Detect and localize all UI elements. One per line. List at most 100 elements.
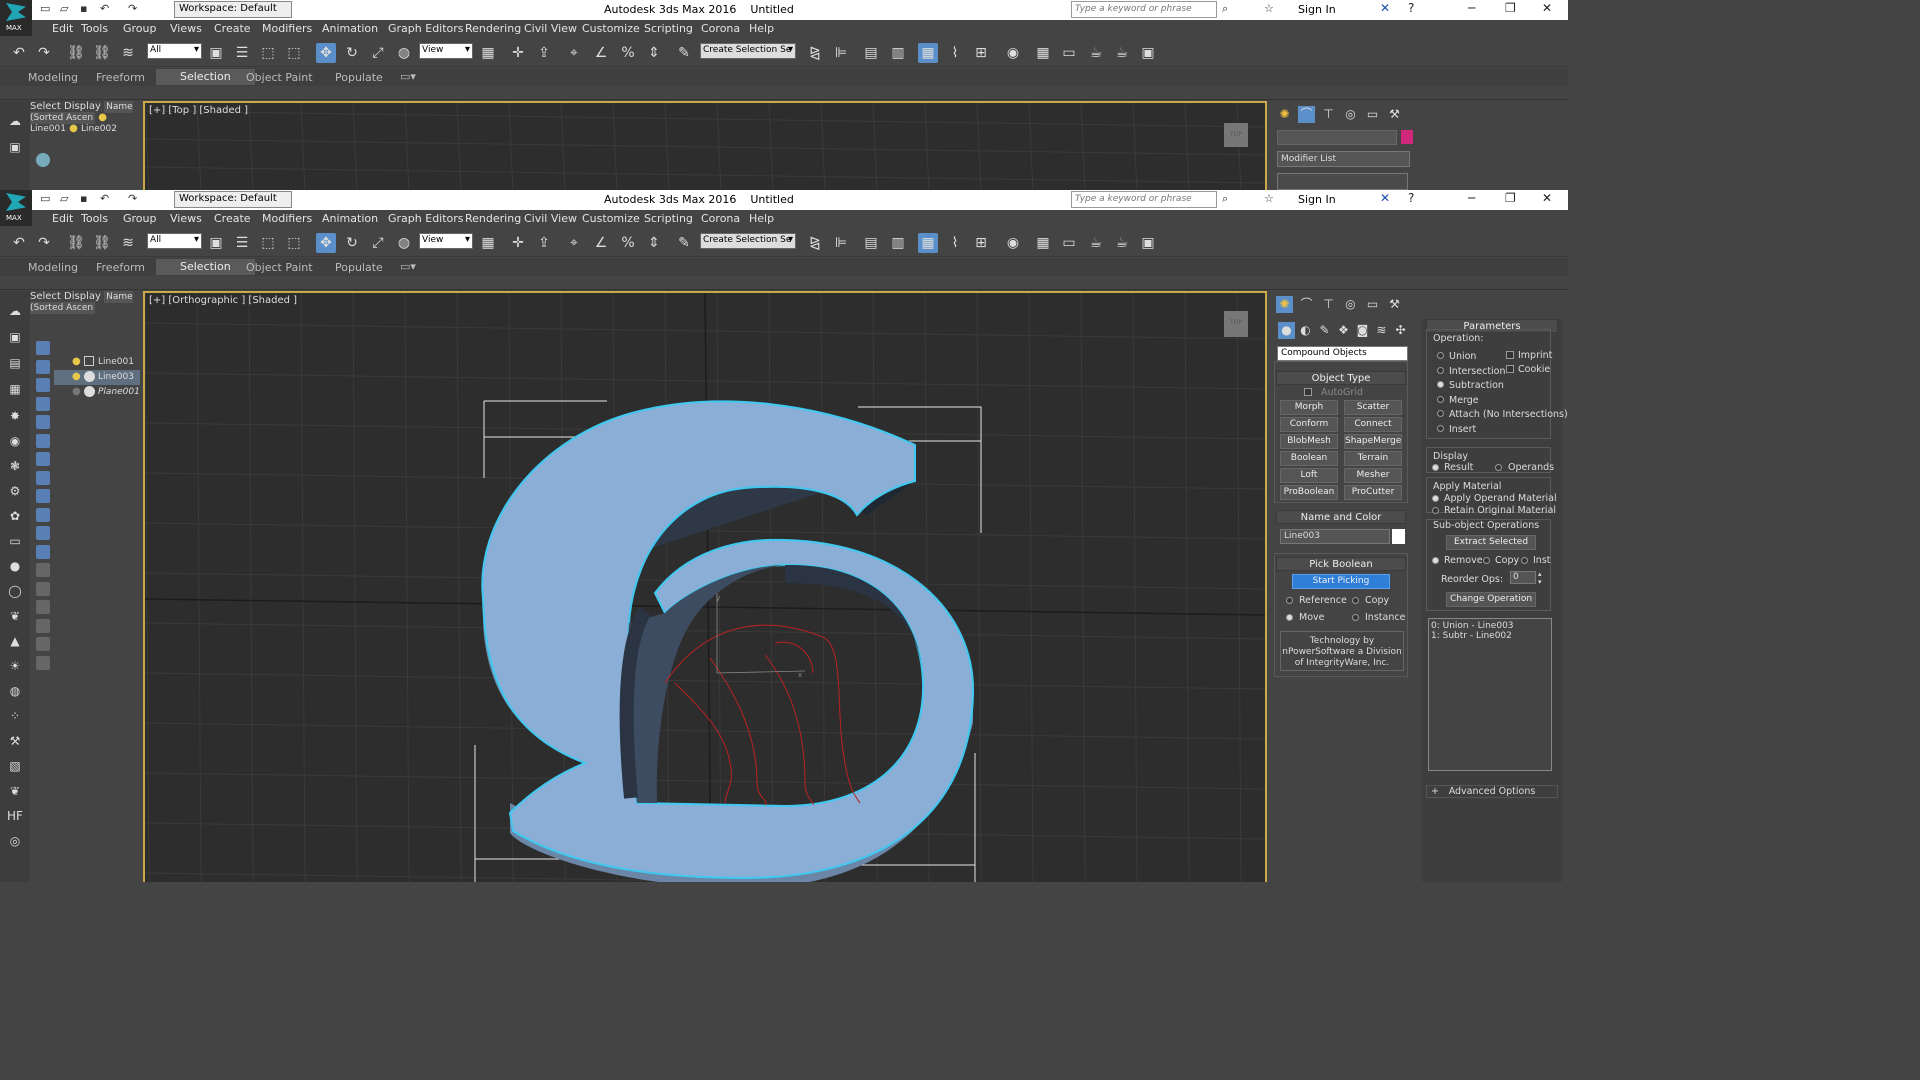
star-icon[interactable]: ☆ — [1264, 2, 1274, 15]
search-input[interactable]: Type a keyword or phrase — [1071, 1, 1217, 18]
retain-original-material-radio[interactable] — [1432, 507, 1439, 514]
terrain-button[interactable]: Terrain — [1344, 451, 1402, 466]
spinner-snap-icon[interactable]: ⇕ — [644, 233, 664, 253]
rollout-header[interactable]: Object Type — [1276, 371, 1406, 385]
conform-button[interactable]: Conform — [1280, 417, 1338, 432]
workspace-dropdown[interactable]: Workspace: Default — [174, 1, 292, 18]
undo-icon[interactable]: ↶ — [9, 233, 29, 253]
loft-button[interactable]: Loft — [1280, 468, 1338, 483]
list-item[interactable]: ● Plane001 — [54, 385, 140, 400]
window-crossing-icon[interactable]: ⬚ — [284, 43, 304, 63]
systems-icon[interactable]: ✿ — [5, 506, 25, 526]
list-item[interactable]: 1: Subtr - Line002 — [1431, 631, 1549, 641]
mesher-button[interactable]: Mesher — [1344, 468, 1402, 483]
redo-icon[interactable]: ↷ — [34, 43, 54, 63]
sun-icon[interactable]: ☀ — [5, 656, 25, 676]
ribbon-options-icon[interactable]: ▭▾ — [400, 260, 416, 273]
unlink-icon[interactable]: ⛓ — [92, 43, 112, 63]
shapes-filter-icon[interactable] — [36, 378, 50, 392]
menu-item-animation[interactable]: Animation — [322, 212, 378, 225]
explorer-tab-select[interactable]: Select — [30, 101, 61, 112]
menu-item-scripting[interactable]: Scripting — [644, 22, 693, 35]
viewport-label[interactable]: [+] [Top ] [Shaded ] — [149, 105, 248, 116]
keyboard-shortcut-icon[interactable]: ⇪ — [534, 233, 554, 253]
move-icon[interactable]: ✥ — [316, 233, 336, 253]
pivot-icon[interactable]: ▦ — [478, 43, 498, 63]
percent-snap-icon[interactable]: % — [618, 43, 638, 63]
autogrid-checkbox[interactable] — [1304, 388, 1312, 396]
display-all-icon[interactable] — [36, 341, 50, 355]
placement-icon[interactable]: ◍ — [394, 43, 414, 63]
instance-radio[interactable] — [1352, 614, 1359, 621]
render-production-icon[interactable]: ☕ — [1112, 43, 1132, 63]
menu-item-help[interactable]: Help — [749, 212, 774, 225]
reference-radio[interactable] — [1286, 597, 1293, 604]
schematic-icon[interactable]: ⊞ — [971, 233, 991, 253]
spinner-arrows-icon[interactable]: ▴ ▾ — [1538, 570, 1542, 586]
object-color-swatch[interactable] — [1401, 130, 1413, 144]
connect-button[interactable]: Connect — [1344, 417, 1402, 432]
modify-tab-icon[interactable]: ⌒ — [1298, 296, 1315, 313]
open-file-icon[interactable]: ▱ — [60, 192, 68, 205]
result-radio[interactable] — [1432, 464, 1439, 471]
angle-snap-icon[interactable]: ∠ — [591, 43, 611, 63]
ribbon-tab-populate[interactable]: Populate — [335, 71, 383, 84]
restore-icon[interactable]: ❐ — [1505, 191, 1516, 205]
warps-filter-icon[interactable] — [36, 452, 50, 466]
scatter-button[interactable]: Scatter — [1344, 400, 1402, 415]
rendered-frame-icon[interactable]: ▭ — [1059, 233, 1079, 253]
rect-selection-icon[interactable]: ⬚ — [258, 43, 278, 63]
category-dropdown[interactable]: Compound Objects — [1277, 346, 1408, 361]
layer-icon[interactable]: ▥ — [888, 43, 908, 63]
geometry-filter-icon[interactable] — [36, 359, 50, 374]
hierarchy-icon[interactable]: ▤ — [5, 353, 25, 373]
copy-mode-radio[interactable] — [1483, 557, 1490, 564]
cameras-filter-icon[interactable] — [36, 415, 50, 429]
minimize-icon[interactable]: ─ — [1468, 191, 1475, 205]
menu-item-group[interactable]: Group — [123, 22, 157, 35]
rotate-icon[interactable]: ↻ — [342, 233, 362, 253]
menu-item-animation[interactable]: Animation — [322, 22, 378, 35]
utilities-tab-icon[interactable]: ⚒ — [1386, 106, 1403, 123]
menu-item-tools[interactable]: Tools — [81, 22, 108, 35]
explorer-tab-display[interactable]: Display — [64, 291, 101, 302]
save-file-icon[interactable]: ▪ — [80, 2, 87, 15]
render-cloud-icon[interactable]: ▣ — [1138, 43, 1158, 63]
ribbon-options-icon[interactable]: ▭▾ — [400, 70, 416, 83]
unlink-icon[interactable]: ⛓ — [92, 233, 112, 253]
new-file-icon[interactable]: ▭ — [40, 2, 50, 15]
sign-in-button[interactable]: Sign In — [1298, 193, 1336, 206]
leaf-icon[interactable]: ❦ — [5, 781, 25, 801]
modify-icon[interactable]: ▣ — [5, 327, 25, 347]
list-item[interactable]: 0: Union - Line003 — [1431, 621, 1549, 631]
viewport-top[interactable]: [+] [Top ] [Shaded ] TOP — [143, 101, 1267, 190]
geometry-icon[interactable]: ● — [1278, 322, 1295, 339]
select-by-name-icon[interactable]: ☰ — [232, 43, 252, 63]
redo-icon[interactable]: ↷ — [128, 192, 137, 205]
viewport-orthographic[interactable]: y x [+] [Orthographic ] [Shaded ] TOP — [143, 291, 1267, 882]
list-item[interactable]: ● Line001 — [54, 355, 140, 370]
rollout-header[interactable]: Name and Color — [1276, 510, 1406, 524]
search-input[interactable]: Type a keyword or phrase — [1071, 191, 1217, 208]
lights-icon[interactable]: ✎ — [1316, 322, 1333, 339]
tube-icon[interactable]: ⚒ — [5, 731, 25, 751]
menu-item-tools[interactable]: Tools — [81, 212, 108, 225]
scene-explorer-icon[interactable]: ▤ — [861, 43, 881, 63]
menu-item-rendering[interactable]: Rendering — [465, 22, 521, 35]
menu-item-edit[interactable]: Edit — [52, 212, 73, 225]
exchange-icon[interactable]: ✕ — [1380, 191, 1390, 205]
bind-spacewarp-icon[interactable]: ≋ — [118, 233, 138, 253]
menu-item-customize[interactable]: Customize — [582, 22, 640, 35]
scale-icon[interactable]: ⤢ — [368, 233, 388, 253]
cone-icon[interactable]: ▲ — [5, 631, 25, 651]
find-icon[interactable] — [36, 581, 50, 596]
material-editor-icon[interactable]: ◉ — [1003, 233, 1023, 253]
cookie-checkbox[interactable] — [1506, 365, 1514, 373]
link-icon[interactable]: ⛓ — [66, 233, 86, 253]
bones-filter-icon[interactable] — [36, 507, 50, 522]
render-production-icon[interactable]: ☕ — [1112, 233, 1132, 253]
bulb-off-icon[interactable]: ● — [72, 386, 81, 397]
explorer-tab-display[interactable]: Display — [64, 101, 101, 112]
material-icon[interactable]: ◎ — [5, 831, 25, 851]
bind-spacewarp-icon[interactable]: ≋ — [118, 43, 138, 63]
